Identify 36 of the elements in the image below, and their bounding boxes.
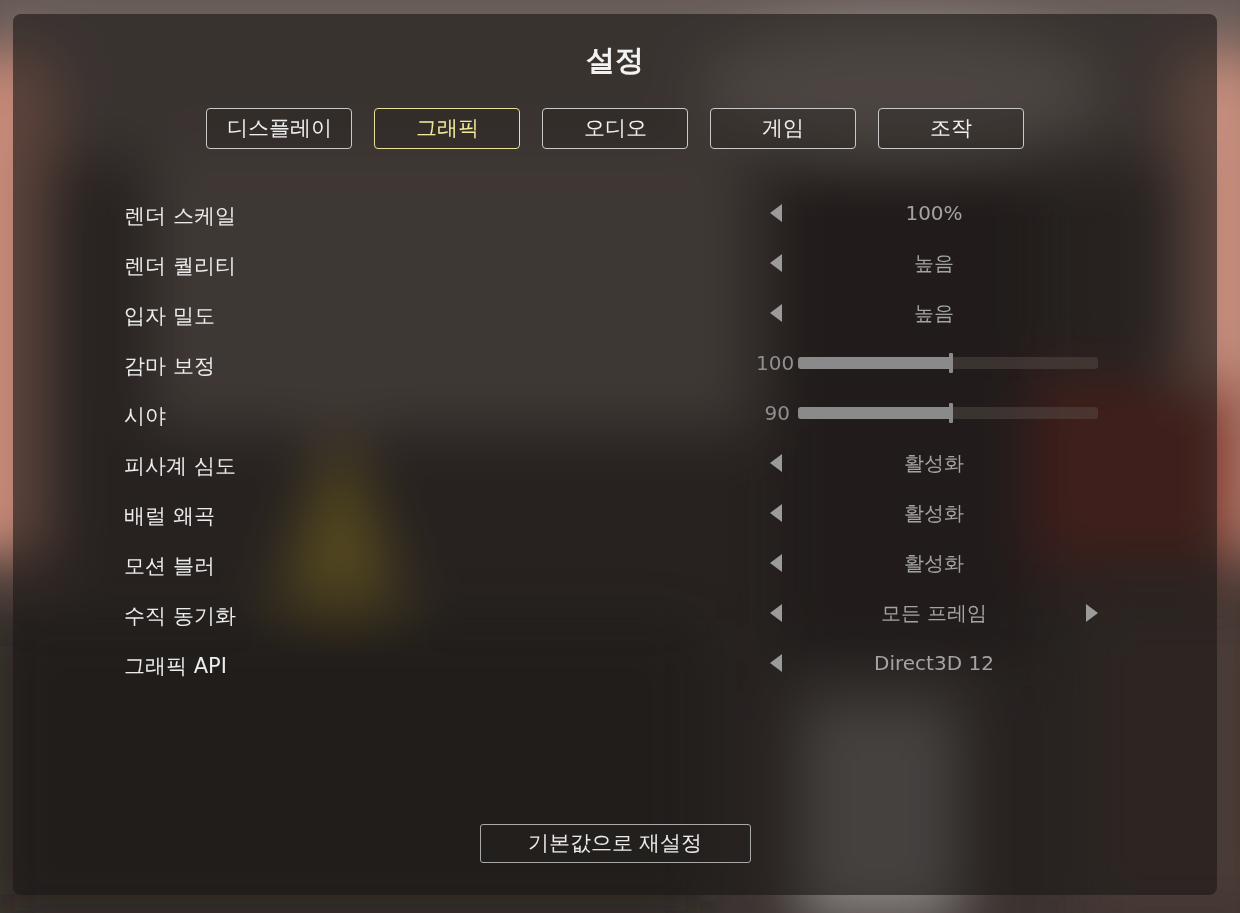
tab[interactable]: 오디오: [542, 108, 688, 149]
left-arrow-icon[interactable]: [769, 204, 783, 222]
tab[interactable]: 게임: [710, 108, 856, 149]
left-arrow-icon[interactable]: [769, 554, 783, 572]
setting-value: 모든 프레임: [880, 601, 988, 625]
setting-value: 활성화: [904, 501, 964, 525]
left-arrow-icon[interactable]: [769, 454, 783, 472]
slider-reading: 90: [763, 400, 790, 427]
right-arrow-icon[interactable]: [1085, 604, 1099, 622]
setting-label: 수직 동기화: [124, 603, 237, 631]
setting-value: 100%: [905, 201, 963, 225]
setting-label: 피사계 심도: [124, 453, 237, 481]
setting-label: 시야: [124, 403, 167, 431]
setting-value: Direct3D 12: [874, 651, 994, 675]
setting-value: 높음: [914, 301, 954, 325]
left-arrow-icon[interactable]: [769, 654, 783, 672]
setting-value: 활성화: [904, 451, 964, 475]
setting-value: 높음: [914, 251, 954, 275]
tab[interactable]: 조작: [878, 108, 1024, 149]
left-arrow-icon[interactable]: [769, 304, 783, 322]
setting-label: 배럴 왜곡: [124, 503, 216, 531]
slider-handle[interactable]: [949, 353, 953, 373]
tab[interactable]: 그래픽: [374, 108, 520, 149]
reset-button[interactable]: 기본값으로 재설정: [479, 824, 751, 863]
setting-label: 렌더 퀄리티: [124, 253, 237, 281]
left-arrow-icon[interactable]: [769, 604, 783, 622]
setting-label: 입자 밀도: [124, 303, 216, 331]
slider-handle[interactable]: [949, 403, 953, 423]
tab[interactable]: 디스플레이: [206, 108, 352, 149]
setting-label: 그래픽 API: [124, 653, 228, 681]
setting-label: 모션 블러: [124, 553, 216, 581]
setting-label: 렌더 스케일: [124, 203, 237, 231]
setting-value: 활성화: [904, 551, 964, 575]
left-arrow-icon[interactable]: [769, 504, 783, 522]
window-title: 설정: [586, 46, 644, 75]
left-arrow-icon[interactable]: [769, 254, 783, 272]
